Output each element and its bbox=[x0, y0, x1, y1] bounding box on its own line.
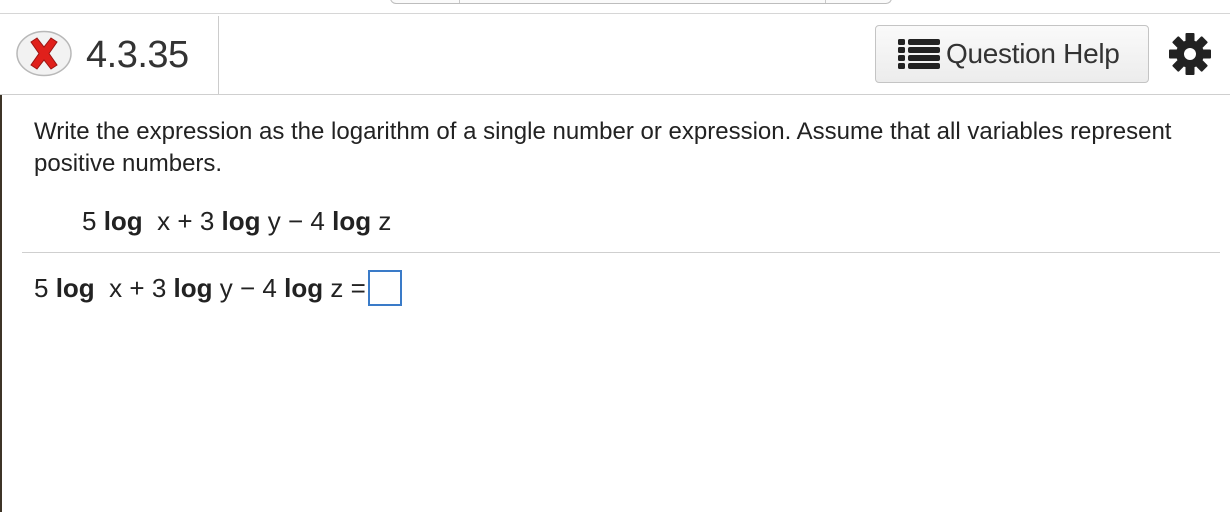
question-number: 4.3.35 bbox=[86, 34, 189, 76]
variable: z bbox=[378, 206, 392, 236]
variable: y bbox=[267, 206, 281, 236]
given-expression: 5 log x + 3 log y − 4 log z bbox=[82, 205, 391, 237]
log-operator: log bbox=[55, 273, 95, 303]
tab-separator bbox=[825, 0, 826, 3]
coefficient: 3 bbox=[151, 273, 167, 303]
question-header: 4.3.35 Question Help bbox=[0, 14, 1230, 95]
log-operator: log bbox=[284, 273, 324, 303]
tab-separator bbox=[459, 0, 460, 3]
coefficient: 4 bbox=[262, 273, 277, 303]
list-icon bbox=[896, 37, 942, 71]
incorrect-x-icon bbox=[15, 30, 73, 77]
coefficient: 5 bbox=[82, 206, 97, 236]
operator: − bbox=[239, 273, 256, 303]
log-operator: log bbox=[221, 206, 261, 236]
log-operator: log bbox=[173, 273, 213, 303]
answer-input[interactable] bbox=[367, 270, 402, 306]
window-edge bbox=[0, 95, 2, 512]
variable: x bbox=[157, 206, 171, 236]
top-tab-bar[interactable] bbox=[390, 0, 892, 4]
log-operator: log bbox=[332, 206, 372, 236]
question-instructions: Write the expression as the logarithm of… bbox=[34, 118, 1172, 177]
header-divider bbox=[218, 16, 219, 94]
operator: + bbox=[177, 206, 193, 236]
equals-sign: = bbox=[350, 273, 366, 303]
answer-row: 5 log x + 3 log y − 4 log z = bbox=[34, 270, 402, 306]
log-operator: log bbox=[103, 206, 143, 236]
section-separator bbox=[22, 252, 1220, 253]
variable: z bbox=[330, 273, 344, 303]
top-strip bbox=[0, 0, 1230, 14]
operator: + bbox=[129, 273, 145, 303]
coefficient: 3 bbox=[199, 206, 215, 236]
coefficient: 4 bbox=[310, 206, 325, 236]
question-help-label: Question Help bbox=[946, 38, 1120, 69]
gear-icon[interactable] bbox=[1168, 32, 1212, 76]
question-help-button[interactable]: Question Help bbox=[875, 25, 1149, 83]
variable: x bbox=[109, 273, 123, 303]
coefficient: 5 bbox=[34, 273, 49, 303]
variable: y bbox=[219, 273, 233, 303]
operator: − bbox=[287, 206, 304, 236]
question-page: 4.3.35 Question Help Write the expressio… bbox=[0, 0, 1230, 512]
